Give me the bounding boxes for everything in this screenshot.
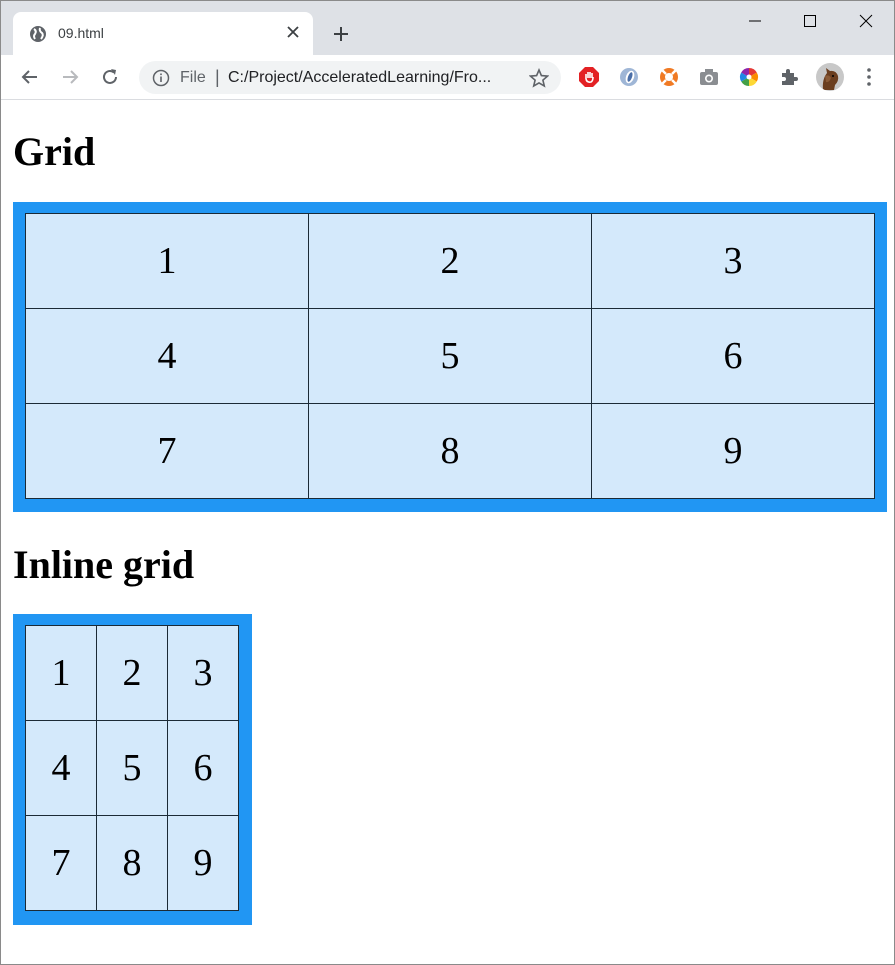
grid: 123 456 789 [25, 213, 875, 499]
camera-icon[interactable] [698, 66, 720, 88]
window-close-icon [859, 14, 873, 28]
grid-cell: 2 [308, 213, 592, 309]
grid-cell: 8 [308, 403, 592, 499]
inline-grid-cell: 7 [25, 815, 97, 911]
arrow-right-icon [63, 70, 79, 84]
maximize-icon [804, 15, 816, 27]
browser-toolbar: File | C:/Project/AcceleratedLearning/Fr… [1, 55, 894, 100]
grid-cell: 9 [591, 403, 875, 499]
menu-kebab-icon[interactable] [858, 66, 880, 88]
star-icon[interactable] [528, 67, 550, 88]
maximize-button[interactable] [787, 7, 833, 35]
grid-container: 123 456 789 [13, 202, 887, 512]
minimize-button[interactable] [732, 7, 778, 35]
close-icon[interactable] [285, 24, 301, 40]
heading-inline-grid: Inline grid [13, 542, 195, 587]
opera-icon[interactable] [618, 66, 640, 88]
plus-icon [334, 27, 348, 41]
lifebuoy-icon[interactable] [658, 66, 680, 88]
page-content: Grid 123456789 Inline grid 123456789 [1, 101, 894, 964]
address-scheme: File [180, 69, 206, 86]
back-button[interactable] [16, 63, 44, 91]
inline-grid-cell: 6 [167, 720, 239, 816]
minimize-icon [749, 20, 761, 22]
inline-grid: 123456789 [25, 625, 240, 911]
tab-strip: 09.html [1, 1, 894, 55]
inline-grid-cell: 9 [167, 815, 239, 911]
info-icon[interactable] [152, 69, 170, 87]
reload-button[interactable] [96, 63, 124, 91]
arrow-left-icon [21, 70, 37, 84]
inline-grid-container: 123456789 [13, 614, 252, 925]
heading-grid: Grid [13, 129, 96, 174]
globe-icon [29, 25, 47, 43]
inline-grid-cell: 2 [96, 625, 168, 721]
address-separator: | [215, 67, 220, 87]
tab-active[interactable]: 09.html [13, 12, 313, 55]
adblock-icon[interactable] [578, 66, 600, 88]
grid-cell: 4 [25, 308, 309, 404]
address-url[interactable]: C:/Project/AcceleratedLearning/Fro... [228, 69, 491, 87]
inline-grid-cell: 3 [167, 625, 239, 721]
grid-cell: 3 [591, 213, 875, 309]
extensions-puzzle-icon[interactable] [778, 66, 800, 88]
browser-window: 09.html File | C:/Project/AcceleratedLea… [0, 0, 895, 965]
grid-cell: 7 [25, 403, 309, 499]
inline-grid-cell: 4 [25, 720, 97, 816]
inline-grid-cell: 8 [96, 815, 168, 911]
inline-grid-cell: 5 [96, 720, 168, 816]
tab-title: 09.html [58, 25, 104, 41]
grid-cell: 1 [25, 213, 309, 309]
forward-button[interactable] [56, 63, 84, 91]
inline-grid-cell: 1 [25, 625, 97, 721]
grid-cell: 6 [591, 308, 875, 404]
color-wheel-icon[interactable] [738, 66, 760, 88]
new-tab-button[interactable] [327, 20, 355, 48]
reload-icon [103, 69, 117, 84]
address-bar[interactable]: File | C:/Project/AcceleratedLearning/Fr… [139, 61, 561, 94]
window-close-button[interactable] [843, 7, 889, 35]
grid-cell: 5 [308, 308, 592, 404]
profile-avatar[interactable] [816, 63, 844, 91]
